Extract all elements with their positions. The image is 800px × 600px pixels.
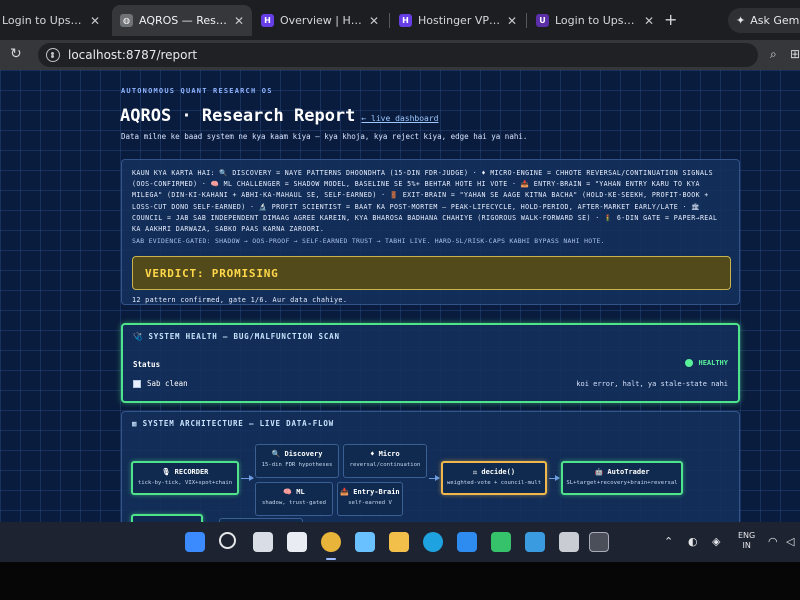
copilot-icon[interactable]	[355, 532, 375, 552]
node-decide[interactable]: ⚖ decide() weighted-vote + council-mult	[441, 461, 547, 495]
status-badge: HEALTHY	[685, 359, 728, 367]
start-icon[interactable]	[185, 532, 205, 552]
url-text: localhost:8787/report	[68, 48, 198, 62]
browser-toolbar: ↻ localhost:8787/report ⌕ ⊞	[0, 40, 800, 70]
tray-app-icon[interactable]: ◐	[688, 535, 698, 548]
task-view-icon[interactable]	[253, 532, 273, 552]
verdict-banner: VERDICT: PROMISING	[132, 256, 731, 290]
terminal-icon[interactable]	[589, 532, 609, 552]
system-health-heading: 🩺 SYSTEM HEALTH — BUG/MALFUNCTION SCAN	[133, 332, 340, 341]
node-cut-off	[131, 514, 203, 522]
live-dashboard-link[interactable]: ← live dashboard	[361, 114, 438, 123]
browser-tab-strip: Login to Upstox ✕ ◍ AQROS — Research ✕ H…	[0, 0, 800, 40]
flow-arrow	[549, 475, 560, 481]
wifi-icon[interactable]: ◠	[768, 535, 778, 548]
chrome-icon[interactable]	[321, 532, 341, 552]
node-recorder[interactable]: 🎙 RECORDER tick-by-tick, VIX+spot+chain	[131, 461, 239, 495]
hostinger-icon: H	[399, 14, 412, 27]
report-page: AUTONOMOUS QUANT RESEARCH OS AQROS · Res…	[0, 70, 800, 522]
architecture-card: ▦ SYSTEM ARCHITECTURE — LIVE DATA-FLOW 🎙…	[121, 411, 740, 522]
monitor-bezel	[0, 562, 800, 600]
hostinger-icon: H	[261, 14, 274, 27]
mail-icon[interactable]	[457, 532, 477, 552]
file-explorer-icon[interactable]	[389, 532, 409, 552]
system-health-card: 🩺 SYSTEM HEALTH — BUG/MALFUNCTION SCAN S…	[121, 323, 740, 403]
tab-upstox-login-2[interactable]: U Login to Upstox ✕	[528, 5, 662, 36]
sparkle-icon: ✦	[736, 14, 746, 27]
tray-app-icon[interactable]: ◈	[712, 535, 720, 548]
volume-icon[interactable]: ◁	[786, 535, 794, 548]
node-entry-brain[interactable]: 📥 Entry-Brain self-earned V	[337, 482, 403, 516]
tab-upstox-login[interactable]: Login to Upstox ✕	[0, 5, 108, 36]
reload-icon[interactable]: ↻	[10, 46, 22, 62]
flow-arrow	[429, 475, 440, 481]
app-icon[interactable]	[525, 532, 545, 552]
search-icon[interactable]	[219, 532, 236, 549]
verdict-note: 12 pattern confirmed, gate 1/6. Aur data…	[132, 296, 348, 304]
status-label: Status	[133, 360, 161, 369]
site-info-icon[interactable]	[46, 48, 60, 62]
windows-taskbar: ⌃ ◐ ◈ ENG IN ◠ ◁	[0, 522, 800, 562]
close-icon[interactable]: ✕	[234, 14, 244, 28]
ask-gemini-button[interactable]: ✦ Ask Gemini	[728, 8, 800, 33]
intro-card: Kaun kya karta hai: 🔍 Discovery = naye p…	[121, 159, 740, 305]
globe-icon: ◍	[120, 14, 133, 27]
close-icon[interactable]: ✕	[369, 14, 379, 28]
flow-arrow	[241, 475, 254, 481]
intro-text: Kaun kya karta hai: 🔍 Discovery = naye p…	[132, 169, 718, 234]
search-icon[interactable]: ⌕	[770, 47, 777, 62]
upstox-icon: U	[536, 14, 549, 27]
page-title: AQROS · Research Report ← live dashboard	[120, 106, 439, 126]
status-dot-icon	[685, 359, 694, 367]
architecture-heading: ▦ SYSTEM ARCHITECTURE — LIVE DATA-FLOW	[132, 419, 334, 428]
new-tab-button[interactable]: +	[664, 12, 677, 28]
chevron-up-icon[interactable]: ⌃	[664, 535, 673, 548]
language-indicator[interactable]: ENG IN	[738, 531, 755, 551]
node-discovery[interactable]: 🔍 Discovery 15-din FDR hypotheses	[255, 444, 339, 478]
close-icon[interactable]: ✕	[90, 14, 100, 28]
tab-hostinger-overview[interactable]: H Overview | Hostinger ✕	[253, 5, 387, 36]
intro-note: Sab evidence-gated: shadow → OOS-proof →…	[132, 237, 605, 246]
app-icon[interactable]	[559, 532, 579, 552]
page-subtitle: Data milne ke baad system ne kya kaam ki…	[121, 132, 528, 141]
close-icon[interactable]: ✕	[507, 14, 517, 28]
node-micro[interactable]: ♦ Micro reversal/continuation	[343, 444, 427, 478]
close-icon[interactable]: ✕	[644, 14, 654, 28]
clean-check-row: Sab clean	[133, 379, 188, 388]
address-bar[interactable]: localhost:8787/report	[38, 43, 758, 67]
tab-aqros-report[interactable]: ◍ AQROS — Research ✕	[112, 5, 252, 36]
clean-check-detail: koi error, halt, ya stale-state nahi	[576, 380, 728, 388]
widgets-icon[interactable]	[287, 532, 307, 552]
node-autotrader[interactable]: 🤖 AutoTrader SL+target+recovery+brain+re…	[561, 461, 683, 495]
verdict-label: VERDICT: PROMISING	[145, 266, 279, 280]
checkbox-icon	[133, 379, 141, 388]
active-indicator	[326, 558, 336, 560]
node-ml[interactable]: 🧠 ML shadow, trust-gated	[255, 482, 333, 516]
page-kicker: AUTONOMOUS QUANT RESEARCH OS	[121, 87, 273, 95]
store-icon[interactable]	[491, 532, 511, 552]
edge-icon[interactable]	[423, 532, 443, 552]
extensions-icon[interactable]: ⊞	[790, 47, 800, 61]
tab-hostinger-vps[interactable]: H Hostinger VPS Web ✕	[391, 5, 525, 36]
